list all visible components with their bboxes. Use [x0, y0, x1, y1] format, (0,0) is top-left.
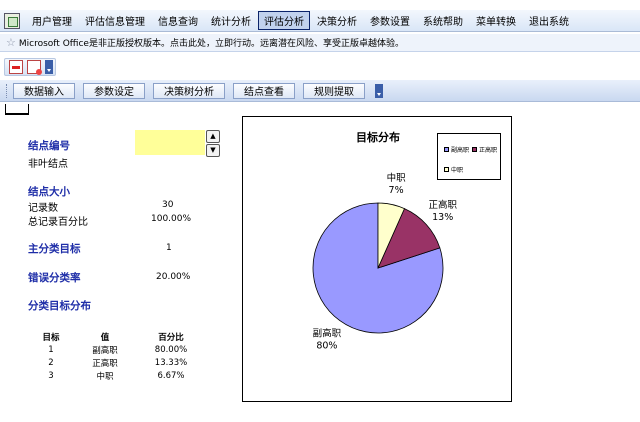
menu-statistics[interactable]: 统计分析 — [205, 11, 257, 30]
legend-item: 副高职 — [444, 145, 469, 154]
license-info-text[interactable]: Microsoft Office是非正版授权版本。点击此处，立即行动。远离潜在风… — [19, 36, 404, 49]
spin-down-icon[interactable]: ▼ — [206, 144, 220, 157]
legend-label: 副高职 — [451, 147, 470, 154]
license-info-bar[interactable]: ☆ Microsoft Office是非正版授权版本。点击此处，立即行动。远离潜… — [0, 34, 640, 52]
row-percent: 6.67% — [157, 370, 185, 381]
main-target-value: 1 — [166, 243, 172, 253]
cell-cursor — [5, 104, 29, 115]
chart-panel[interactable]: 目标分布 副高职 80% 正高职 13% 中职 7% 副高职 正高职 中职 — [242, 116, 512, 402]
icon-toolbar — [4, 58, 56, 76]
pdf-settings-icon[interactable] — [27, 60, 42, 75]
slice-label: 副高职 — [313, 327, 342, 339]
row-value: 正高职 — [92, 358, 118, 369]
menu-bar: 用户管理 评估信息管理 信息查询 统计分析 评估分析 决策分析 参数设置 系统帮… — [0, 10, 640, 32]
row-target: 1 — [48, 344, 54, 355]
menu-info-query[interactable]: 信息查询 — [152, 11, 204, 30]
slice-percent-label: 80% — [316, 340, 337, 351]
menu-user-management[interactable]: 用户管理 — [26, 11, 78, 30]
toolbar-grip[interactable] — [6, 83, 9, 98]
node-number-input[interactable] — [135, 130, 205, 155]
node-view-button[interactable]: 结点查看 — [233, 82, 295, 99]
parameter-set-button[interactable]: 参数设定 — [83, 82, 145, 99]
slice-percent-label: 7% — [389, 185, 404, 196]
menu-evaluation-analysis[interactable]: 评估分析 — [258, 11, 310, 30]
node-number-label: 结点编号 — [28, 140, 70, 152]
menu-decision-analysis[interactable]: 决策分析 — [311, 11, 363, 30]
app-icon[interactable] — [4, 12, 20, 29]
toolbar-options-icon-2[interactable] — [375, 83, 383, 98]
data-input-button[interactable]: 数据输入 — [13, 82, 75, 99]
row-percent: 13.33% — [154, 357, 188, 368]
table-row: 1 副高职 80.00% — [32, 343, 202, 356]
record-count-label: 记录数 — [28, 203, 58, 214]
legend-swatch — [472, 147, 477, 152]
analysis-toolbar: 数据输入 参数设定 决策树分析 结点查看 规则提取 — [0, 80, 640, 102]
chart-legend: 副高职 正高职 中职 — [437, 133, 501, 180]
distribution-label: 分类目标分布 — [28, 300, 91, 312]
slice-percent-label: 13% — [432, 212, 453, 223]
menu-evaluation-info[interactable]: 评估信息管理 — [79, 11, 151, 30]
spin-up-icon[interactable]: ▲ — [206, 130, 220, 143]
header-value: 值 — [100, 332, 110, 343]
rule-extract-button[interactable]: 规则提取 — [303, 82, 365, 99]
menu-system-help[interactable]: 系统帮助 — [417, 11, 469, 30]
table-row: 2 正高职 13.33% — [32, 356, 202, 369]
slice-label: 正高职 — [428, 199, 457, 211]
menu-parameter-settings[interactable]: 参数设置 — [364, 11, 416, 30]
pdf-icon[interactable] — [9, 60, 23, 74]
star-icon: ☆ — [6, 36, 16, 49]
main-target-label: 主分类目标 — [28, 243, 81, 255]
legend-swatch — [444, 167, 449, 172]
node-type-text: 非叶结点 — [28, 159, 68, 170]
header-percent: 百分比 — [158, 332, 184, 343]
app-window: 用户管理 评估信息管理 信息查询 统计分析 评估分析 决策分析 参数设置 系统帮… — [0, 0, 640, 422]
record-pct-value: 100.00% — [151, 214, 192, 224]
error-rate-label: 错误分类率 — [28, 272, 81, 284]
row-value: 中职 — [96, 371, 114, 382]
table-header: 目标 值 百分比 — [32, 330, 202, 343]
chart-title: 目标分布 — [356, 130, 400, 144]
table-row: 3 中职 6.67% — [32, 369, 202, 382]
legend-label: 正高职 — [479, 147, 498, 154]
menu-exit[interactable]: 退出系统 — [523, 11, 575, 30]
row-value: 副高职 — [92, 345, 118, 356]
slice-label: 中职 — [387, 172, 407, 184]
record-count-value: 30 — [162, 200, 174, 210]
legend-swatch — [444, 147, 449, 152]
error-rate-value: 20.00% — [156, 272, 191, 282]
record-pct-label: 总记录百分比 — [28, 217, 88, 228]
row-target: 3 — [48, 370, 54, 381]
distribution-table: 目标 值 百分比 1 副高职 80.00% 2 正高职 13.33% 3 中职 … — [32, 330, 202, 382]
legend-label: 中职 — [451, 167, 464, 174]
header-target: 目标 — [42, 332, 60, 343]
row-percent: 80.00% — [154, 344, 188, 355]
legend-item: 正高职 — [472, 145, 497, 154]
menu-switch[interactable]: 菜单转换 — [470, 11, 522, 30]
toolbar-options-icon[interactable] — [45, 60, 53, 74]
node-size-label: 结点大小 — [28, 186, 70, 198]
legend-item: 中职 — [444, 165, 463, 174]
row-target: 2 — [48, 357, 54, 368]
decision-tree-button[interactable]: 决策树分析 — [153, 82, 225, 99]
